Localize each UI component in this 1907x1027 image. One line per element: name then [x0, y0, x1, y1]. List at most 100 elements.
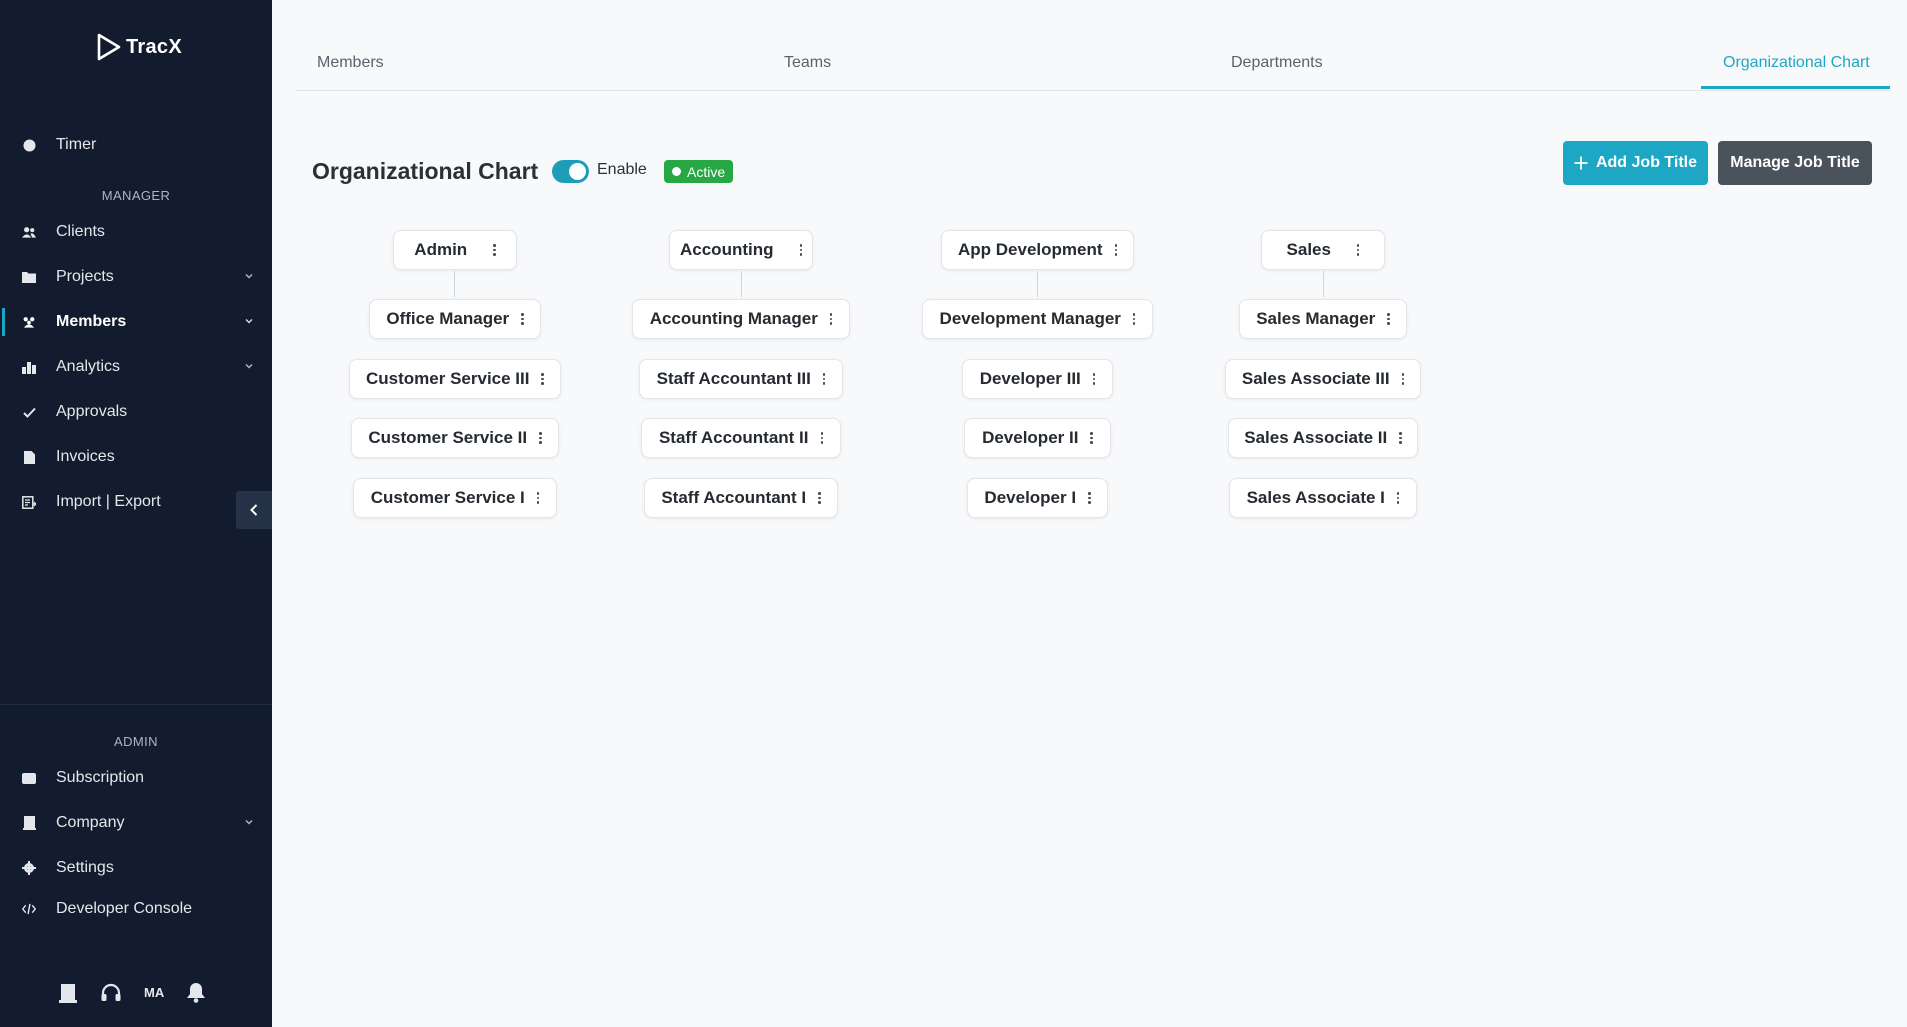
org-node-label: Admin	[414, 240, 468, 259]
org-node-label: Staff Accountant II	[658, 428, 809, 447]
sidebar-item-label: Analytics	[56, 358, 121, 375]
sidebar-item-import-export[interactable]: Import | Export	[0, 482, 272, 522]
user-initials-avatar[interactable]: MA	[144, 985, 164, 1000]
org-node-label: App Development	[957, 240, 1103, 259]
org-node-department[interactable]: Admin	[393, 230, 517, 270]
more-vertical-icon[interactable]	[818, 492, 821, 504]
more-vertical-icon[interactable]	[1356, 244, 1360, 256]
org-node-label: Staff Accountant III	[656, 369, 811, 388]
more-vertical-icon[interactable]	[820, 432, 824, 444]
sidebar-item-projects[interactable]: Projects	[0, 257, 272, 297]
org-node-role[interactable]: Sales Associate II	[1228, 418, 1418, 458]
org-node-role[interactable]: Staff Accountant I	[644, 478, 838, 518]
code-icon	[22, 902, 36, 916]
enable-label: Enable	[597, 161, 647, 178]
sidebar-divider	[0, 704, 272, 705]
org-node-label: Customer Service I	[370, 488, 525, 507]
status-dot-icon	[672, 167, 681, 176]
more-vertical-icon[interactable]	[521, 313, 524, 325]
org-node-label: Developer II	[982, 428, 1079, 447]
more-vertical-icon[interactable]	[1399, 432, 1402, 444]
org-node-label: Staff Accountant I	[661, 488, 807, 507]
sidebar-item-timer[interactable]: Timer	[0, 125, 272, 165]
org-node-role[interactable]: Sales Associate I	[1229, 478, 1417, 518]
bell-icon[interactable]	[186, 982, 206, 1003]
gear-icon	[22, 861, 36, 875]
org-node-role[interactable]: Developer I	[967, 478, 1108, 518]
sidebar-item-approvals[interactable]: Approvals	[0, 392, 272, 432]
sidebar-item-label: Members	[56, 313, 127, 330]
org-node-role[interactable]: Customer Service I	[353, 478, 557, 518]
more-vertical-icon[interactable]	[1401, 373, 1405, 385]
manage-job-title-button[interactable]: Manage Job Title	[1718, 141, 1872, 185]
org-node-label: Development Manager	[939, 309, 1121, 328]
org-node-label: Sales Manager	[1256, 309, 1376, 328]
org-node-department[interactable]: App Development	[941, 230, 1134, 270]
sidebar: TracX Timer MANAGER Clients Projects Mem…	[0, 0, 272, 1027]
org-node-role[interactable]: Developer III	[962, 359, 1113, 399]
logo[interactable]: TracX	[96, 33, 182, 61]
more-vertical-icon[interactable]	[1114, 244, 1118, 256]
org-node-role[interactable]: Developer II	[964, 418, 1111, 458]
sidebar-item-label: Developer Console	[56, 900, 193, 917]
sidebar-item-clients[interactable]: Clients	[0, 212, 272, 252]
chevron-down-icon	[245, 363, 253, 369]
status-badge: Active	[664, 160, 734, 183]
sidebar-item-settings[interactable]: Settings	[0, 848, 272, 888]
org-node-role[interactable]: Sales Manager	[1239, 299, 1407, 339]
collapse-sidebar-button[interactable]	[236, 491, 272, 529]
sidebar-item-members[interactable]: Members	[0, 302, 272, 342]
org-node-label: Office Manager	[386, 309, 510, 328]
tab-members[interactable]: Members	[317, 54, 384, 72]
sidebar-item-subscription[interactable]: Subscription	[0, 758, 272, 798]
org-node-label: Customer Service III	[366, 369, 530, 388]
building-icon[interactable]	[58, 983, 78, 1003]
more-vertical-icon[interactable]	[1090, 432, 1093, 444]
tab-organizational-chart[interactable]: Organizational Chart	[1723, 54, 1870, 72]
sidebar-item-developer-console[interactable]: Developer Console	[0, 889, 272, 929]
org-node-department[interactable]: Accounting	[669, 230, 813, 270]
headset-icon[interactable]	[100, 983, 122, 1003]
sidebar-item-label: Settings	[56, 859, 114, 876]
add-job-title-button[interactable]: Add Job Title	[1563, 141, 1708, 185]
more-vertical-icon[interactable]	[493, 244, 496, 256]
sidebar-item-analytics[interactable]: Analytics	[0, 347, 272, 387]
page-title: Organizational Chart	[312, 158, 539, 184]
org-node-role[interactable]: Office Manager	[369, 299, 541, 339]
bar-chart-icon	[22, 360, 36, 374]
enable-toggle[interactable]	[552, 160, 589, 183]
more-vertical-icon[interactable]	[1092, 373, 1096, 385]
org-node-role[interactable]: Staff Accountant II	[641, 418, 841, 458]
sidebar-item-invoices[interactable]: Invoices	[0, 437, 272, 477]
sidebar-item-label: Company	[56, 814, 125, 831]
more-vertical-icon[interactable]	[799, 244, 802, 256]
org-node-role[interactable]: Accounting Manager	[632, 299, 850, 339]
org-node-department[interactable]: Sales	[1261, 230, 1385, 270]
more-vertical-icon[interactable]	[1088, 492, 1091, 504]
logo-text: TracX	[126, 35, 182, 58]
more-vertical-icon[interactable]	[1387, 313, 1390, 325]
more-vertical-icon[interactable]	[539, 432, 542, 444]
more-vertical-icon[interactable]	[1132, 313, 1136, 325]
org-node-role[interactable]: Customer Service II	[351, 418, 559, 458]
plus-icon	[1574, 156, 1588, 170]
org-node-role[interactable]: Development Manager	[922, 299, 1153, 339]
more-vertical-icon[interactable]	[541, 373, 544, 385]
more-vertical-icon[interactable]	[829, 313, 833, 325]
active-tab-indicator	[1701, 86, 1890, 89]
more-vertical-icon[interactable]	[536, 492, 540, 504]
more-vertical-icon[interactable]	[1396, 492, 1400, 504]
manager-section-label: MANAGER	[101, 188, 171, 203]
admin-section-label: ADMIN	[114, 734, 158, 749]
org-node-label: Accounting	[680, 240, 774, 259]
org-node-role[interactable]: Customer Service III	[349, 359, 561, 399]
tab-departments[interactable]: Departments	[1231, 54, 1323, 72]
sidebar-item-company[interactable]: Company	[0, 803, 272, 843]
org-node-role[interactable]: Sales Associate III	[1225, 359, 1421, 399]
sidebar-item-label: Clients	[56, 223, 105, 240]
org-node-label: Sales Associate I	[1246, 488, 1385, 507]
org-node-role[interactable]: Staff Accountant III	[639, 359, 843, 399]
org-node-label: Developer III	[979, 369, 1081, 388]
tab-teams[interactable]: Teams	[784, 54, 831, 72]
more-vertical-icon[interactable]	[822, 373, 826, 385]
